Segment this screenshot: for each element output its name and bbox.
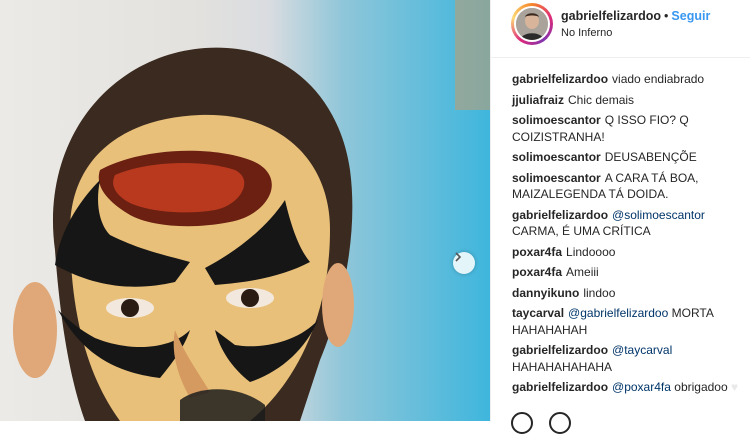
chevron-right-icon bbox=[455, 252, 462, 262]
post-header: gabrielfelizardoo • Seguir No Inferno bbox=[491, 0, 750, 58]
comment-mention[interactable]: @solimoescantor bbox=[612, 208, 705, 222]
comment-text: lindoo bbox=[583, 285, 616, 300]
next-photo-button[interactable] bbox=[453, 252, 475, 274]
comment-username[interactable]: solimoescantor bbox=[512, 113, 601, 127]
comment-username[interactable]: gabrielfelizardoo bbox=[512, 72, 608, 86]
header-username[interactable]: gabrielfelizardoo bbox=[561, 9, 661, 23]
header-line: gabrielfelizardoo • Seguir bbox=[561, 9, 710, 23]
comment-username[interactable]: gabrielfelizardoo bbox=[512, 343, 608, 357]
post-sidebar: gabrielfelizardoo • Seguir No Inferno gabr… bbox=[490, 0, 750, 434]
comment-username[interactable]: poxar4fa bbox=[512, 265, 562, 279]
like-icon[interactable] bbox=[511, 412, 533, 434]
comment-item: solimoescantor Q ISSO FIO? Q COIZISTRANHA… bbox=[512, 112, 744, 145]
follow-button[interactable]: Seguir bbox=[671, 9, 710, 23]
comment-item: solimoescantor A CARA TÁ BOA, MAIZALEGEND… bbox=[512, 170, 744, 203]
comment-username[interactable]: gabrielfelizardoo bbox=[512, 208, 608, 222]
comment-item: solimoescantor DEUSABENÇÕE bbox=[512, 149, 744, 166]
comment-username[interactable]: dannyikuno bbox=[512, 286, 579, 300]
avatar-photo bbox=[516, 8, 548, 40]
comment-username[interactable]: solimoescantor bbox=[512, 171, 601, 185]
comment-item: dannyikuno lindoo bbox=[512, 285, 744, 302]
comment-text: Lindoooo bbox=[566, 244, 616, 259]
comment-item: gabrielfelizardoo @poxar4fa obrigadoo ♥ bbox=[512, 379, 744, 396]
comment-item: gabrielfelizardoo @taycarval HAHAHAHAHAHA bbox=[512, 342, 744, 375]
comment-text: Chic demais bbox=[568, 92, 635, 107]
comment-mention[interactable]: @gabrielfelizardoo bbox=[568, 306, 668, 320]
comment-username[interactable]: poxar4fa bbox=[512, 245, 562, 259]
comment-item: taycarval @gabrielfelizardoo MORTA HAHAHA… bbox=[512, 305, 744, 338]
comment-item: poxar4fa Lindoooo bbox=[512, 244, 744, 261]
comment-text: obrigadoo bbox=[674, 380, 728, 394]
comment-item: poxar4fa Ameiii bbox=[512, 264, 744, 281]
comment-item: gabrielfelizardoo @solimoescantor CARMA, … bbox=[512, 207, 744, 240]
comment-mention[interactable]: @poxar4fa bbox=[612, 380, 671, 394]
comment-username[interactable]: solimoescantor bbox=[512, 150, 601, 164]
comment-text: Ameiii bbox=[566, 265, 599, 279]
comment-icon[interactable] bbox=[549, 412, 571, 434]
comment-username[interactable]: gabrielfelizardoo bbox=[512, 380, 608, 394]
comment-text: HAHAHAHAHAHA bbox=[512, 359, 613, 374]
comment-item: gabrielfelizardoo viado endiabrado bbox=[512, 71, 744, 88]
comment-list: gabrielfelizardoo viado endiabrado jjulia… bbox=[512, 71, 744, 400]
post-actions bbox=[511, 412, 571, 434]
comment-text: CARMA, É UMA CRÍTICA bbox=[512, 224, 651, 238]
avatar bbox=[514, 6, 550, 42]
heart-icon: ♥ bbox=[731, 380, 739, 394]
post-photo[interactable] bbox=[0, 0, 490, 421]
comment-username[interactable]: jjuliafraiz bbox=[512, 93, 564, 107]
face-paint-photo bbox=[13, 0, 490, 421]
comment-username[interactable]: taycarval bbox=[512, 306, 564, 320]
separator-dot: • bbox=[664, 9, 669, 23]
comment-text: viado endiabrado bbox=[612, 72, 705, 86]
story-ring[interactable] bbox=[511, 3, 553, 45]
comment-item: jjuliafraiz Chic demais bbox=[512, 92, 744, 109]
comment-mention[interactable]: @taycarval bbox=[612, 343, 672, 357]
comment-text: DEUSABENÇÕE bbox=[604, 150, 697, 164]
location-link[interactable]: No Inferno bbox=[561, 27, 612, 39]
